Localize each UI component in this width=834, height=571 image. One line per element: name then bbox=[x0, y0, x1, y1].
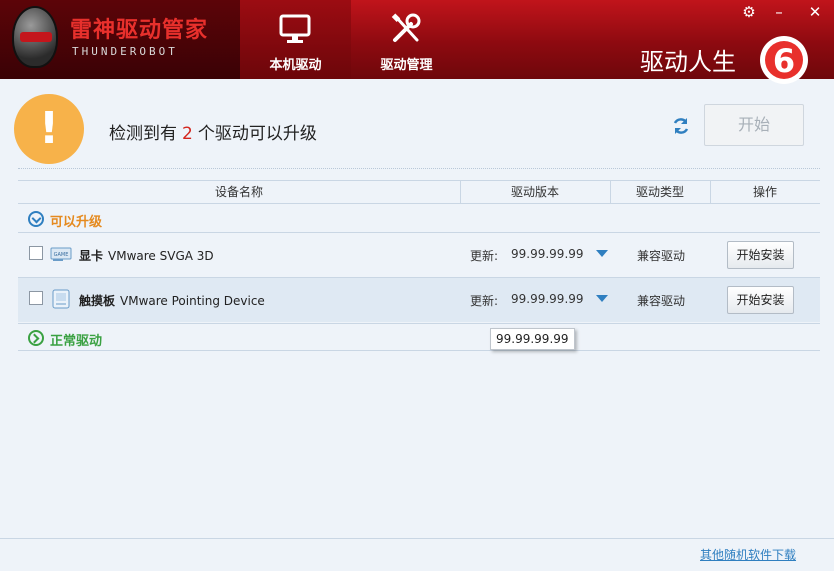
upgrade-count: 2 bbox=[182, 124, 193, 144]
graphics-card-icon: GAME bbox=[50, 247, 72, 261]
group-normal[interactable]: 正常驱动 bbox=[18, 323, 820, 351]
logo-area: 雷神驱动管家 THUNDEROBOT bbox=[0, 0, 240, 79]
app-title: 雷神驱动管家 bbox=[70, 18, 209, 43]
footer-divider bbox=[0, 538, 834, 539]
chevron-down-icon[interactable] bbox=[596, 250, 608, 257]
device-name: 触摸板 VMware Pointing Device bbox=[79, 292, 265, 309]
title-bar: 雷神驱动管家 THUNDEROBOT 本机驱动 驱动管理 ⚙ – ✕ 驱动人生 … bbox=[0, 0, 834, 84]
install-button[interactable]: 开始安装 bbox=[727, 241, 794, 269]
touchpad-icon bbox=[52, 289, 70, 309]
group-upgradable[interactable]: 可以升级 bbox=[18, 205, 820, 233]
device-model: VMware Pointing Device bbox=[120, 294, 265, 308]
driver-type: 兼容驱动 bbox=[637, 294, 686, 308]
close-icon[interactable]: ✕ bbox=[804, 2, 826, 22]
divider bbox=[18, 168, 820, 169]
status-prefix: 检测到有 bbox=[109, 124, 177, 144]
app-subtitle: THUNDEROBOT bbox=[72, 45, 178, 58]
start-button[interactable]: 开始 bbox=[704, 104, 804, 146]
table-header: 设备名称 驱动版本 驱动类型 操作 bbox=[18, 180, 820, 204]
other-software-link[interactable]: 其他随机软件下载 bbox=[700, 546, 796, 563]
status-message: 检测到有 2 个驱动可以升级 bbox=[109, 119, 317, 144]
row-checkbox[interactable] bbox=[29, 246, 43, 260]
slogan-text: 驱动人生 bbox=[640, 48, 736, 76]
chevron-down-icon[interactable] bbox=[596, 295, 608, 302]
row-checkbox[interactable] bbox=[29, 291, 43, 305]
minimize-icon[interactable]: – bbox=[768, 2, 790, 22]
driver-type: 兼容驱动 bbox=[637, 249, 686, 263]
version-tooltip: 99.99.99.99 bbox=[490, 328, 575, 350]
update-label: 更新: bbox=[470, 294, 499, 308]
collapse-icon[interactable] bbox=[28, 211, 44, 227]
install-button[interactable]: 开始安装 bbox=[727, 286, 794, 314]
table-row: 触摸板 VMware Pointing Device 更新: 99.99.99.9… bbox=[18, 277, 820, 322]
badge-number: 6 bbox=[773, 42, 795, 80]
table-row: GAME 显卡 VMware SVGA 3D 更新: 99.99.99.99 兼容… bbox=[18, 232, 820, 277]
tab-local-drivers[interactable]: 本机驱动 bbox=[240, 0, 351, 79]
tab-driver-management[interactable]: 驱动管理 bbox=[351, 0, 462, 79]
robot-logo-icon bbox=[12, 6, 58, 68]
version-badge-icon: 6 bbox=[760, 36, 808, 84]
tab-driver-management-label: 驱动管理 bbox=[380, 58, 433, 73]
refresh-icon[interactable] bbox=[671, 116, 691, 136]
col-device-name: 设备名称 bbox=[214, 185, 263, 199]
status-suffix: 个驱动可以升级 bbox=[197, 124, 317, 144]
col-driver-version: 驱动版本 bbox=[510, 185, 559, 199]
driver-version: 99.99.99.99 bbox=[511, 247, 584, 261]
monitor-icon bbox=[279, 14, 311, 43]
update-label: 更新: bbox=[470, 249, 499, 263]
gear-icon[interactable]: ⚙ bbox=[738, 2, 760, 22]
svg-text:GAME: GAME bbox=[54, 252, 69, 258]
device-category: 触摸板 bbox=[79, 294, 116, 308]
device-name: 显卡 VMware SVGA 3D bbox=[79, 247, 214, 264]
tab-local-drivers-label: 本机驱动 bbox=[269, 58, 322, 73]
driver-version: 99.99.99.99 bbox=[511, 292, 584, 306]
tools-icon bbox=[391, 13, 421, 42]
expand-icon[interactable] bbox=[28, 330, 44, 346]
col-action: 操作 bbox=[752, 185, 777, 199]
col-driver-type: 驱动类型 bbox=[635, 185, 684, 199]
group-upgradable-label: 可以升级 bbox=[50, 215, 103, 230]
device-category: 显卡 bbox=[79, 249, 104, 263]
group-normal-label: 正常驱动 bbox=[50, 334, 103, 349]
device-model: VMware SVGA 3D bbox=[108, 249, 214, 263]
warning-icon: ! bbox=[14, 94, 84, 164]
